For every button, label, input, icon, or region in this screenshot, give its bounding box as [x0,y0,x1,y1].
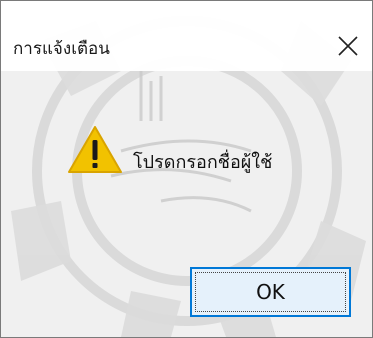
warning-dialog: การแจ้งเตือน โปรดกรอกชื่อผู้ใช้ OK [0,0,373,338]
ok-button-label: OK [256,280,285,304]
dialog-title: การแจ้งเตือน [13,39,110,59]
warning-icon [68,126,122,173]
ok-button[interactable]: OK [190,267,351,317]
close-icon[interactable] [331,29,365,63]
dialog-message: โปรดกรอกชื่อผู้ใช้ [133,152,273,173]
